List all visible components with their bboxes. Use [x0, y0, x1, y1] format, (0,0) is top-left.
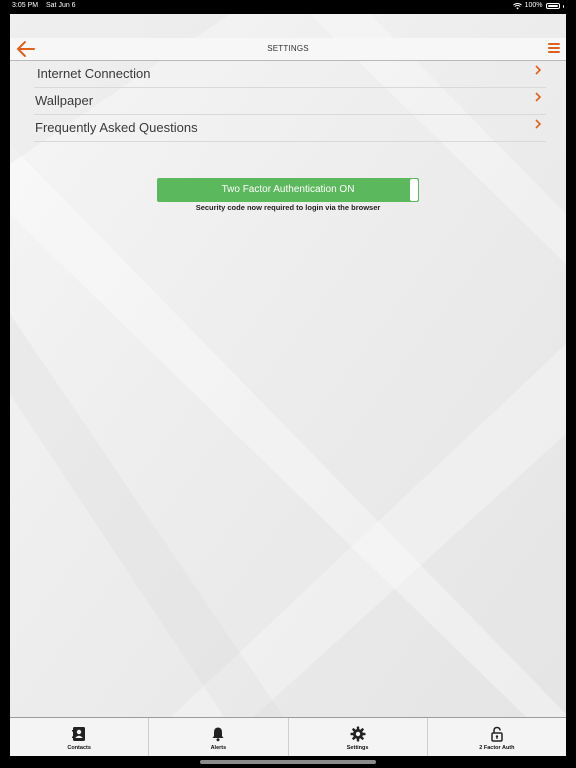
lock-icon — [491, 726, 503, 742]
chevron-right-icon — [535, 65, 542, 75]
tab-label: Alerts — [210, 745, 227, 751]
app-screen: SETTINGS Internet Connection Wallpaper F… — [10, 14, 566, 756]
tab-contacts[interactable]: Contacts — [10, 718, 150, 756]
tab-settings[interactable]: Settings — [289, 718, 428, 756]
status-date: Sat Jun 6 — [46, 2, 76, 9]
home-indicator[interactable] — [200, 760, 376, 764]
chevron-right-icon — [535, 119, 542, 129]
tab-label: Contacts — [67, 745, 91, 751]
two-factor-note: Security code now required to login via … — [195, 203, 381, 212]
status-bar: 3:05 PM Sat Jun 6 100% — [0, 0, 576, 14]
settings-item-faq[interactable]: Frequently Asked Questions — [34, 115, 546, 142]
tab-label: Settings — [346, 745, 369, 751]
gear-icon — [350, 726, 366, 742]
toggle-knob — [410, 179, 418, 201]
tab-alerts[interactable]: Alerts — [149, 718, 289, 756]
wifi-icon — [512, 2, 522, 9]
tab-bar: Contacts Alerts Settings 2 Factor Auth — [10, 717, 566, 756]
two-factor-toggle-label: Two Factor Authentication ON — [221, 184, 355, 195]
settings-item-wallpaper[interactable]: Wallpaper — [34, 88, 546, 115]
battery-percent: 100% — [524, 2, 543, 9]
app-header: SETTINGS — [10, 38, 566, 61]
tab-2-factor-auth[interactable]: 2 Factor Auth — [428, 718, 566, 756]
battery-icon — [545, 3, 560, 9]
hamburger-menu-icon[interactable] — [548, 43, 560, 55]
contacts-icon — [72, 727, 86, 741]
bell-icon — [212, 727, 224, 742]
status-indicators: 100% — [512, 0, 564, 12]
two-factor-toggle-button[interactable]: Two Factor Authentication ON — [157, 178, 419, 202]
battery-nub — [562, 4, 564, 8]
settings-item-internet-connection[interactable]: Internet Connection — [34, 61, 546, 88]
status-time: 3:05 PM — [12, 2, 39, 9]
tab-label: 2 Factor Auth — [479, 745, 515, 751]
settings-item-label: Internet Connection — [37, 66, 151, 81]
settings-item-label: Wallpaper — [35, 93, 94, 108]
settings-item-label: Frequently Asked Questions — [35, 120, 198, 135]
page-title: SETTINGS — [267, 44, 309, 53]
settings-list: Internet Connection Wallpaper Frequently… — [34, 61, 546, 142]
chevron-right-icon — [535, 92, 542, 102]
